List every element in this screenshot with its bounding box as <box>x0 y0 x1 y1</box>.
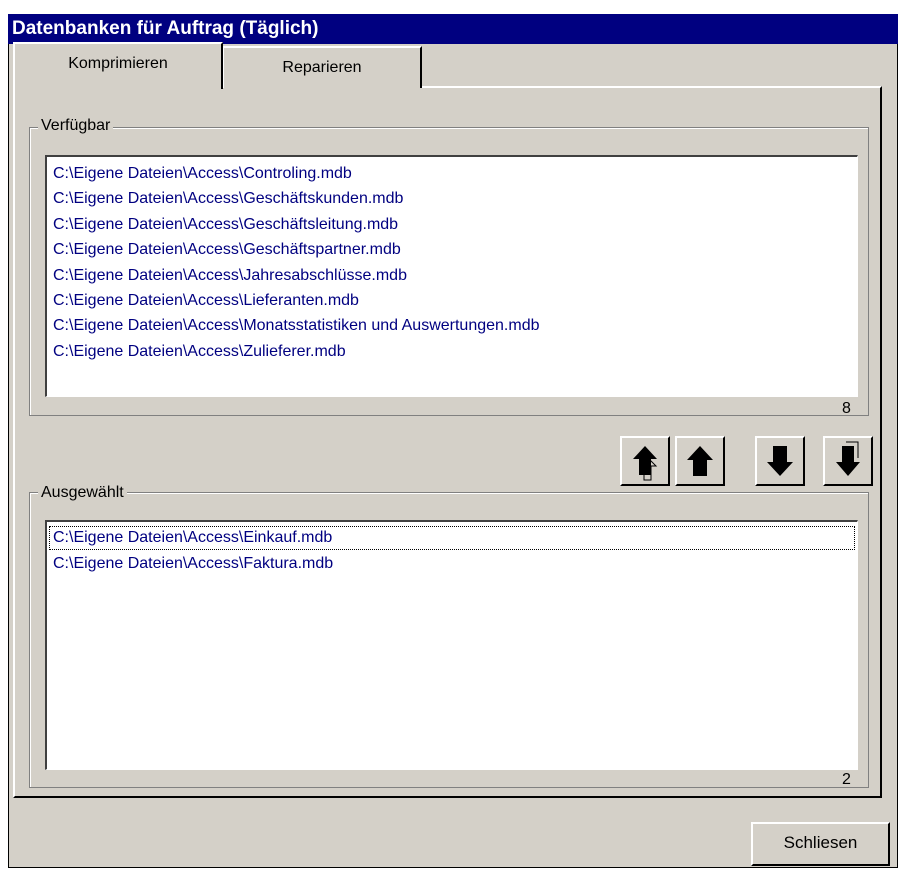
tab-label: Komprimieren <box>68 55 168 72</box>
title-bar[interactable]: Datenbanken für Auftrag (Täglich) <box>8 14 898 44</box>
close-button[interactable]: Schliesen <box>751 822 890 866</box>
tab-reparieren[interactable]: Reparieren <box>223 46 422 88</box>
tab-label: Reparieren <box>282 59 362 76</box>
window-title: Datenbanken für Auftrag (Täglich) <box>12 18 319 39</box>
tab-komprimieren[interactable]: Komprimieren <box>13 42 223 89</box>
close-button-label: Schliesen <box>783 833 858 852</box>
tab-panel <box>13 86 882 798</box>
